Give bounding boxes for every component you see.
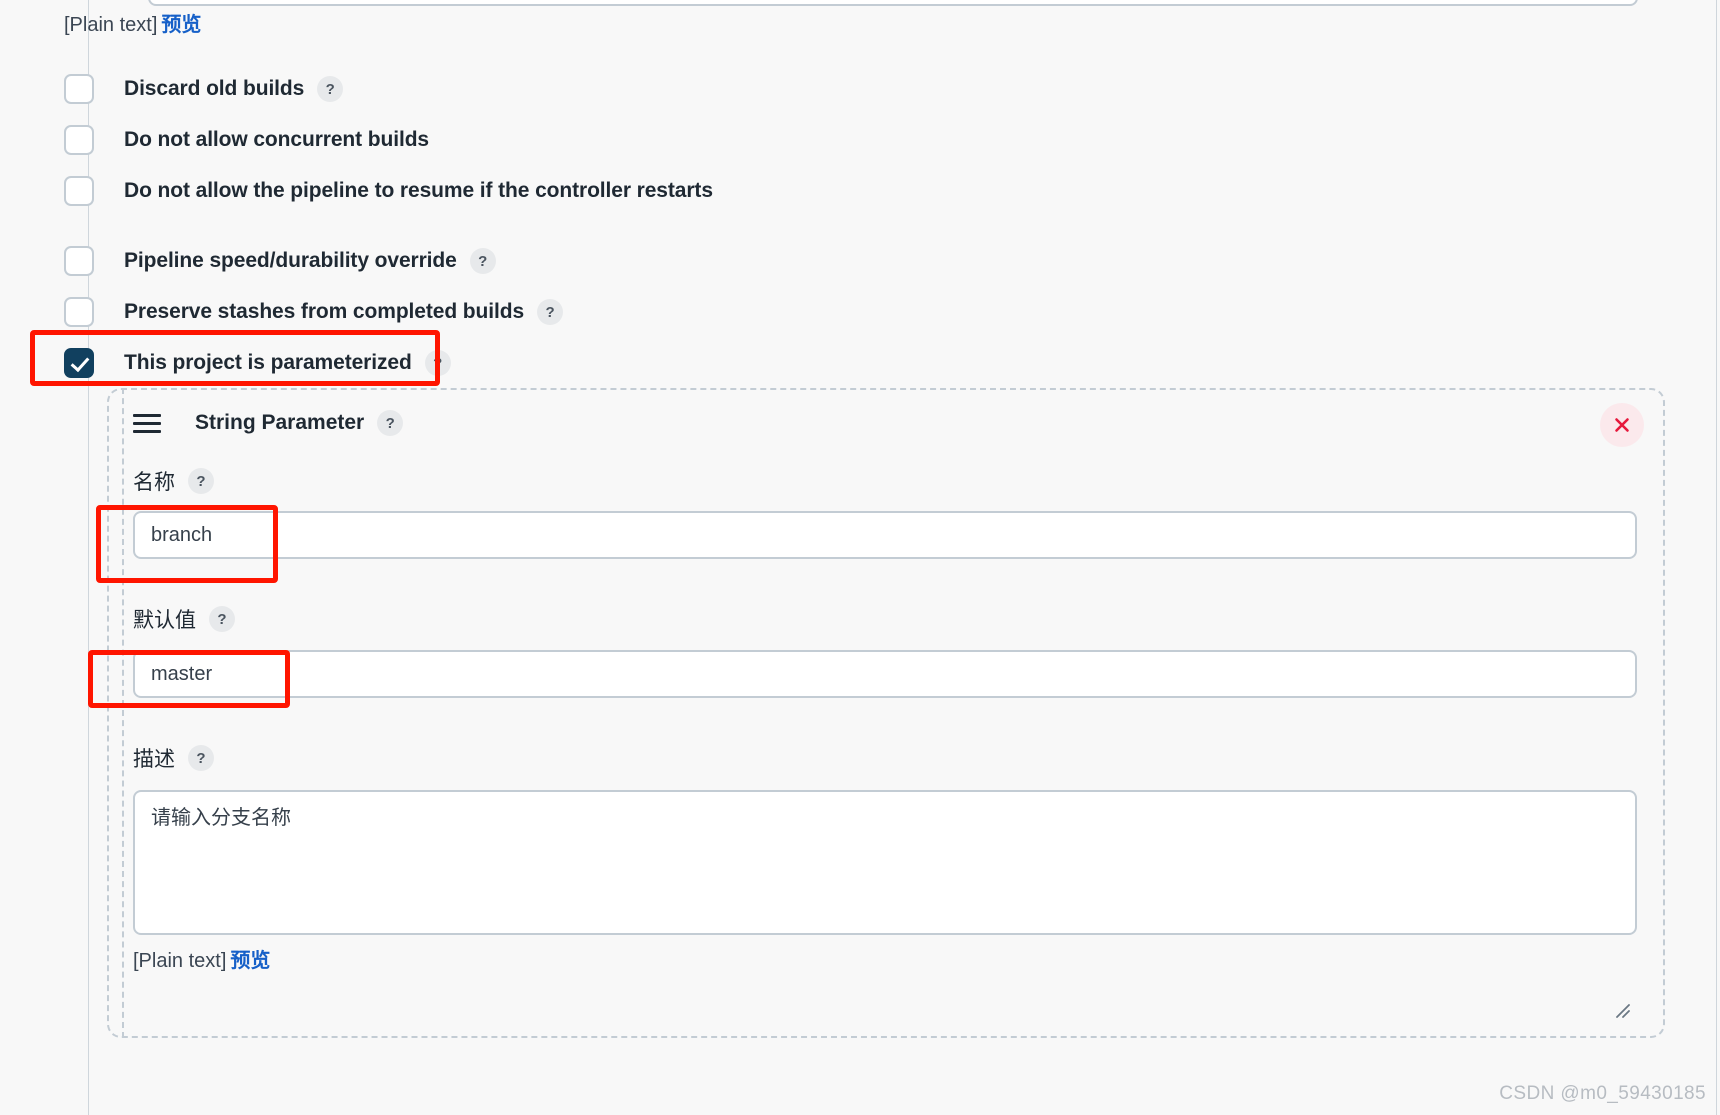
name-field-label-group: 名称 ? (133, 466, 214, 496)
checkbox-discard-old-builds[interactable] (64, 74, 94, 104)
option-label-project-is-parameterized: This project is parameterized (124, 351, 412, 374)
page-right-rule (1716, 0, 1717, 1115)
help-icon-default-value[interactable]: ? (209, 606, 235, 632)
string-parameter-header: String Parameter ? (133, 410, 404, 436)
jenkins-job-config-page: [Plain text] 预览 Discard old builds ? Do n… (0, 0, 1720, 1115)
checkbox-no-concurrent-builds[interactable] (64, 125, 94, 155)
help-icon-description[interactable]: ? (188, 745, 214, 771)
default-value-label-group: 默认值 ? (133, 604, 235, 634)
checkbox-preserve-stashes[interactable] (64, 297, 94, 327)
string-parameter-title: String Parameter (195, 411, 365, 434)
option-label-no-concurrent-builds: Do not allow concurrent builds (124, 128, 430, 151)
string-parameter-block (107, 388, 1665, 1038)
default-value-label: 默认值 (133, 609, 196, 632)
checkbox-project-is-parameterized[interactable] (64, 348, 94, 378)
description-label: 描述 (133, 748, 175, 771)
option-label-speed-durability-override: Pipeline speed/durability override (124, 249, 457, 272)
top-plaintext-format-label: [Plain text] (64, 14, 158, 36)
option-row-discard-old-builds[interactable]: Discard old builds ? (64, 74, 344, 104)
top-plaintext-preview: [Plain text] 预览 (64, 8, 201, 37)
option-label-discard-old-builds: Discard old builds (124, 77, 305, 100)
option-label-preserve-stashes: Preserve stashes from completed builds (124, 300, 525, 323)
help-icon-discard-old-builds[interactable]: ? (317, 76, 344, 102)
previous-field-bottom-edge (148, 0, 1638, 6)
option-row-speed-durability-override[interactable]: Pipeline speed/durability override ? (64, 246, 496, 276)
name-input[interactable] (133, 511, 1637, 559)
hamburger-drag-icon[interactable] (133, 413, 161, 433)
option-label-no-resume-on-restart: Do not allow the pipeline to resume if t… (124, 179, 713, 202)
checkbox-speed-durability-override[interactable] (64, 246, 94, 276)
description-plaintext-format-label: [Plain text] (133, 950, 227, 972)
help-icon-speed-durability-override[interactable]: ? (469, 248, 496, 274)
help-icon-preserve-stashes[interactable]: ? (537, 299, 564, 325)
option-row-no-concurrent-builds[interactable]: Do not allow concurrent builds (64, 125, 429, 155)
csdn-watermark: CSDN @m0_59430185 (1499, 1083, 1706, 1104)
parameter-block-inner-divider (122, 388, 124, 1038)
description-plaintext-preview: [Plain text] 预览 (133, 944, 270, 973)
name-field-label: 名称 (133, 471, 175, 494)
top-preview-link[interactable]: 预览 (161, 14, 201, 36)
page-left-rule (88, 0, 89, 1115)
help-icon-string-parameter[interactable]: ? (377, 410, 404, 436)
option-row-preserve-stashes[interactable]: Preserve stashes from completed builds ? (64, 297, 564, 327)
help-icon-project-is-parameterized[interactable]: ? (424, 350, 451, 376)
checkbox-no-resume-on-restart[interactable] (64, 176, 94, 206)
description-label-group: 描述 ? (133, 743, 214, 773)
help-icon-name-field[interactable]: ? (188, 468, 214, 494)
description-preview-link[interactable]: 预览 (230, 950, 270, 972)
description-textarea[interactable] (133, 790, 1637, 935)
close-x-icon[interactable] (1600, 403, 1644, 447)
option-row-no-resume-on-restart[interactable]: Do not allow the pipeline to resume if t… (64, 176, 713, 206)
default-value-input[interactable] (133, 650, 1637, 698)
option-row-project-is-parameterized[interactable]: This project is parameterized ? (64, 348, 451, 378)
